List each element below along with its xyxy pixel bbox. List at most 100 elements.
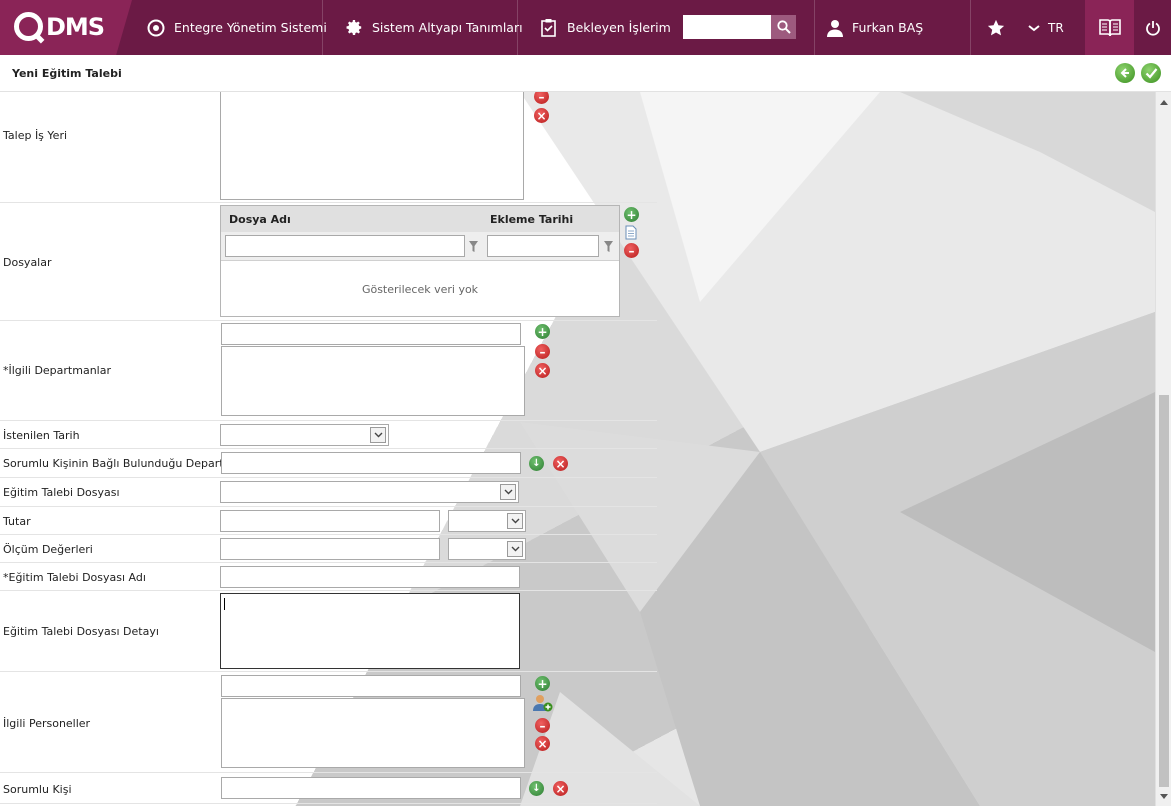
clear-icon[interactable]: × bbox=[553, 781, 568, 796]
column-header-dosya-adi[interactable]: Dosya Adı bbox=[229, 213, 291, 226]
field-label: *İlgili Departmanlar bbox=[3, 364, 111, 377]
field-label: *Eğitim Talebi Dosyası Adı bbox=[3, 571, 146, 584]
nav-sistem-altyapi-tanimlari[interactable]: Sistem Altyapı Tanımları bbox=[345, 0, 523, 55]
favorites-button[interactable] bbox=[987, 0, 1005, 55]
egitim-talebi-dosyasi-adi-input[interactable] bbox=[220, 566, 520, 588]
nav-divider bbox=[517, 0, 518, 55]
add-user-icon[interactable] bbox=[533, 694, 553, 712]
talep-is-yeri-list[interactable] bbox=[220, 92, 524, 200]
grid-header: Dosya Adı Ekleme Tarihi bbox=[221, 206, 619, 232]
clear-icon[interactable]: × bbox=[534, 108, 549, 123]
book-icon bbox=[1098, 18, 1121, 36]
row-egitim-talebi-dosyasi-adi: *Eğitim Talebi Dosyası Adı bbox=[0, 563, 657, 591]
search-button[interactable] bbox=[771, 15, 796, 39]
clear-icon[interactable]: × bbox=[553, 456, 568, 471]
olcum-degerleri-input[interactable] bbox=[220, 538, 440, 560]
nav-entegre-yonetim-sistemi[interactable]: Entegre Yönetim Sistemi bbox=[147, 0, 327, 55]
olcum-birim-select[interactable] bbox=[448, 538, 526, 560]
personel-list[interactable] bbox=[221, 698, 525, 768]
chevron-down-icon[interactable] bbox=[500, 484, 516, 500]
power-icon bbox=[1145, 20, 1160, 36]
user-icon bbox=[826, 19, 844, 37]
row-sorumlu-departman: Sorumlu Kişinin Bağlı Bulunduğu Departma… bbox=[0, 449, 657, 478]
row-ilgili-departmanlar: *İlgili Departmanlar + – × bbox=[0, 321, 657, 421]
checkmark-icon bbox=[1145, 68, 1157, 79]
nav-label: Bekleyen İşlerim bbox=[567, 20, 671, 35]
chevron-down-icon[interactable] bbox=[507, 513, 523, 529]
sorumlu-departman-input[interactable] bbox=[221, 452, 521, 474]
departman-search-input[interactable] bbox=[221, 323, 521, 345]
user-name: Furkan BAŞ bbox=[852, 20, 924, 35]
arrow-left-icon bbox=[1120, 68, 1129, 78]
user-menu[interactable]: Furkan BAŞ bbox=[826, 0, 923, 55]
departman-list[interactable] bbox=[221, 346, 525, 416]
search-input[interactable] bbox=[683, 15, 771, 39]
field-label: Tutar bbox=[3, 515, 31, 528]
dms-logo[interactable]: DMS bbox=[14, 12, 105, 41]
row-talep-is-yeri: Talep İş Yeri – × bbox=[0, 92, 657, 203]
row-olcum-degerleri: Ölçüm Değerleri bbox=[0, 535, 657, 563]
logo-q-ring-icon bbox=[14, 12, 43, 41]
top-navigation-bar: DMS Entegre Yönetim Sistemi Sistem Altya… bbox=[0, 0, 1171, 55]
clear-icon[interactable]: × bbox=[535, 736, 550, 751]
filter-icon[interactable] bbox=[469, 241, 478, 253]
chevron-down-icon bbox=[1028, 24, 1040, 31]
grid-empty-message: Gösterilecek veri yok bbox=[361, 282, 479, 296]
filter-input-dosya-adi[interactable] bbox=[225, 235, 465, 257]
target-icon bbox=[147, 19, 165, 37]
istenilen-tarih-picker[interactable] bbox=[220, 424, 389, 446]
column-header-ekleme-tarihi[interactable]: Ekleme Tarihi bbox=[490, 213, 573, 226]
nav-divider bbox=[970, 0, 971, 55]
field-label: Dosyalar bbox=[3, 256, 52, 269]
tutar-input[interactable] bbox=[220, 510, 440, 532]
clear-icon[interactable]: × bbox=[535, 363, 550, 378]
tutar-currency-select[interactable] bbox=[448, 510, 526, 532]
clipboard-icon bbox=[540, 19, 558, 37]
nav-bekleyen-islerim[interactable]: Bekleyen İşlerim bbox=[540, 0, 671, 55]
egitim-talebi-dosyasi-select[interactable] bbox=[220, 481, 519, 503]
remove-icon[interactable]: – bbox=[535, 718, 550, 733]
page-title-bar: Yeni Eğitim Talebi bbox=[0, 55, 1171, 92]
nav-label: Sistem Altyapı Tanımları bbox=[372, 20, 523, 35]
chevron-down-icon[interactable] bbox=[507, 541, 523, 557]
add-icon[interactable]: + bbox=[535, 324, 550, 339]
field-label: Eğitim Talebi Dosyası bbox=[3, 486, 120, 499]
logo-text: DMS bbox=[46, 12, 105, 41]
back-button[interactable] bbox=[1115, 63, 1135, 83]
search-icon bbox=[776, 20, 791, 34]
scroll-down-arrow-icon[interactable] bbox=[1156, 788, 1171, 804]
logout-button[interactable] bbox=[1134, 0, 1171, 55]
vertical-scrollbar[interactable] bbox=[1155, 92, 1171, 806]
arrow-down-icon[interactable]: ↓ bbox=[529, 456, 544, 471]
field-label: Eğitim Talebi Dosyası Detayı bbox=[3, 625, 159, 638]
grid-filter-row bbox=[221, 232, 619, 261]
arrow-down-icon[interactable]: ↓ bbox=[529, 781, 544, 796]
remove-icon[interactable]: – bbox=[535, 344, 550, 359]
remove-icon[interactable]: – bbox=[534, 92, 549, 104]
scrollbar-thumb[interactable] bbox=[1159, 395, 1169, 787]
filter-input-ekleme-tarihi[interactable] bbox=[487, 235, 599, 257]
document-icon[interactable] bbox=[625, 225, 637, 240]
files-grid: Dosya Adı Ekleme Tarihi Gösterilecek ver… bbox=[220, 205, 620, 317]
field-label: Sorumlu Kişinin Bağlı Bulunduğu Departma… bbox=[3, 457, 249, 470]
star-icon bbox=[987, 19, 1005, 35]
add-icon[interactable]: + bbox=[535, 676, 550, 691]
help-manual-button[interactable] bbox=[1085, 0, 1134, 55]
row-ilgili-personeller: İlgili Personeller + – × bbox=[0, 672, 657, 773]
sorumlu-kisi-input[interactable] bbox=[221, 777, 521, 799]
personel-search-input[interactable] bbox=[221, 675, 521, 697]
language-selector[interactable]: TR bbox=[1028, 0, 1064, 55]
nav-label: Entegre Yönetim Sistemi bbox=[174, 20, 327, 35]
row-tutar: Tutar bbox=[0, 507, 657, 535]
nav-divider bbox=[322, 0, 323, 55]
nav-divider bbox=[814, 0, 815, 55]
remove-file-icon[interactable]: – bbox=[624, 243, 639, 258]
scroll-up-arrow-icon[interactable] bbox=[1156, 94, 1171, 110]
add-file-icon[interactable]: + bbox=[624, 207, 639, 222]
field-label: Ölçüm Değerleri bbox=[3, 543, 93, 556]
row-egitim-talebi-dosyasi: Eğitim Talebi Dosyası bbox=[0, 478, 657, 507]
egitim-talebi-dosyasi-detayi-textarea[interactable] bbox=[220, 593, 520, 669]
chevron-down-icon[interactable] bbox=[370, 427, 386, 443]
filter-icon[interactable] bbox=[604, 241, 613, 253]
save-button[interactable] bbox=[1141, 63, 1161, 83]
